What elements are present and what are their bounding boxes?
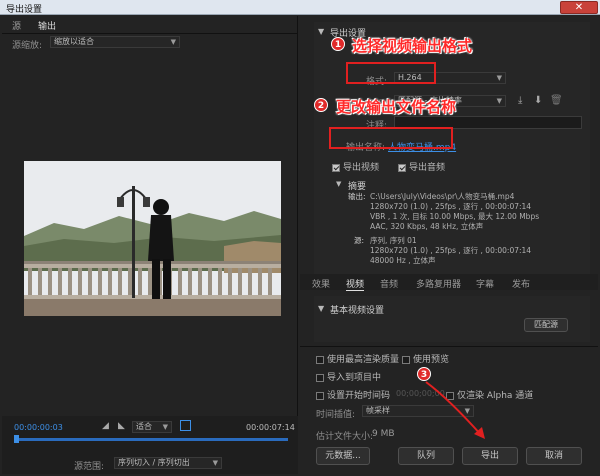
step-3-arrow-icon xyxy=(425,381,485,439)
mark-in-icon[interactable]: ◢ xyxy=(102,421,109,431)
export-audio-label: 导出音频 xyxy=(409,163,446,173)
checkbox-checked-icon xyxy=(398,163,406,172)
import-project-checkbox[interactable]: 导入到项目中 xyxy=(316,370,381,383)
basic-video-title: 基本视频设置 xyxy=(330,306,385,316)
checkbox-icon xyxy=(316,355,324,364)
summary-output-line: VBR , 1 次, 目标 10.00 Mbps, 最大 12.00 Mbps xyxy=(370,212,540,221)
export-audio-checkbox[interactable]: 导出音频 xyxy=(398,160,445,173)
checkbox-icon xyxy=(316,373,324,382)
range-value: 序列切入 / 序列切出 xyxy=(118,458,190,467)
video-preview xyxy=(24,161,281,316)
tab-publish[interactable]: 发布 xyxy=(512,277,530,290)
time-interp-label: 时间插值: xyxy=(316,410,356,420)
fit-dropdown[interactable]: 适合 ▼ xyxy=(132,421,172,433)
tab-captions[interactable]: 字幕 xyxy=(476,277,494,290)
queue-button[interactable]: 队列 xyxy=(398,447,454,465)
scale-value: 缩放以适合 xyxy=(54,37,94,46)
summary-source-values: 序列, 序列 01 1280x720 (1.0) , 25fps , 逐行 , … xyxy=(370,236,531,266)
tab-video[interactable]: 视频 xyxy=(346,277,365,291)
summary-source-line: 序列, 序列 01 xyxy=(370,236,417,245)
summary-source-line: 1280x720 (1.0) , 25fps , 逐行 , 00:00:07:1… xyxy=(370,246,532,255)
preview-image xyxy=(24,161,281,316)
cancel-button[interactable]: 取消 xyxy=(526,447,582,465)
collapse-icon[interactable]: ▼ xyxy=(318,304,324,313)
window-title: 导出设置 xyxy=(6,5,43,15)
match-source-button[interactable]: 匹配源 xyxy=(524,318,568,332)
format-highlight-box xyxy=(346,62,436,84)
tab-effects[interactable]: 效果 xyxy=(312,277,330,290)
checkbox-icon xyxy=(402,355,410,364)
divider xyxy=(300,346,598,347)
set-start-tc-checkbox[interactable]: 设置开始时间码 xyxy=(316,388,390,401)
file-size-value: 9 MB xyxy=(372,429,395,439)
import-preset-icon[interactable]: ⬇ xyxy=(534,95,542,106)
summary-output-line: AAC, 320 Kbps, 48 kHz, 立体声 xyxy=(370,222,484,231)
file-size-label: 估计文件大小: xyxy=(316,432,374,442)
divider xyxy=(2,33,298,34)
summary-output-line: C:\Users\July\Videos\pr\人物变马桶.mp4 xyxy=(370,192,515,201)
duration-timecode: 00:00:07:14 xyxy=(246,423,295,432)
save-preset-icon[interactable]: ⤓ xyxy=(518,95,522,106)
import-project-label: 导入到项目中 xyxy=(327,373,382,383)
chevron-down-icon: ▼ xyxy=(496,74,502,82)
export-video-checkbox[interactable]: 导出视频 xyxy=(332,160,379,173)
summary-collapse-icon[interactable]: ▼ xyxy=(336,180,341,188)
playhead-handle[interactable] xyxy=(14,435,19,443)
metadata-button[interactable]: 元数据... xyxy=(316,447,370,465)
step-3-badge: 3 xyxy=(417,367,431,381)
export-video-label: 导出视频 xyxy=(343,163,380,173)
max-render-label: 使用最高渲染质量 xyxy=(327,355,400,365)
summary-source-line: 48000 Hz , 立体声 xyxy=(370,256,436,265)
summary-source-key: 源: xyxy=(354,236,365,245)
trash-icon[interactable]: 🗑 xyxy=(550,95,563,106)
set-start-tc-label: 设置开始时间码 xyxy=(327,391,391,401)
tab-audio[interactable]: 音频 xyxy=(380,277,398,290)
checkbox-icon xyxy=(316,391,324,400)
tab-source[interactable]: 源 xyxy=(12,19,21,32)
mark-out-icon[interactable]: ◣ xyxy=(118,421,125,431)
output-name-highlight-box xyxy=(329,127,453,149)
summary-output-key: 输出: xyxy=(348,192,366,201)
tab-output[interactable]: 输出 xyxy=(38,19,57,34)
chevron-down-icon: ▼ xyxy=(170,38,176,46)
use-preview-checkbox[interactable]: 使用预览 xyxy=(402,352,449,365)
basic-video-section: ▼ 基本视频设置 匹配源 xyxy=(314,296,590,342)
settings-tabs: 效果 视频 音频 多路复用器 字幕 发布 xyxy=(300,274,598,291)
close-button[interactable]: ✕ xyxy=(560,1,598,14)
range-label: 源范围: xyxy=(74,462,105,472)
current-timecode[interactable]: 00:00:00:03 xyxy=(14,423,63,432)
export-button[interactable]: 导出 xyxy=(462,447,518,465)
chevron-down-icon: ▼ xyxy=(496,97,502,105)
tab-multiplexer[interactable]: 多路复用器 xyxy=(416,277,461,290)
scale-dropdown[interactable]: 缩放以适合 ▼ xyxy=(50,36,180,48)
use-preview-label: 使用预览 xyxy=(413,355,450,365)
summary-output-values: C:\Users\July\Videos\pr\人物变马桶.mp4 1280x7… xyxy=(370,192,539,232)
timeline-track[interactable] xyxy=(14,438,288,441)
range-dropdown[interactable]: 序列切入 / 序列切出 ▼ xyxy=(114,457,222,469)
step-1-annotation: 选择视频输出格式 xyxy=(352,37,473,55)
summary-output: 输出: xyxy=(348,192,366,202)
scale-label: 源缩放: xyxy=(12,41,43,51)
chevron-down-icon: ▼ xyxy=(212,459,218,467)
step-2-annotation: 更改输出文件名称 xyxy=(336,98,457,116)
step-1-badge: 1 xyxy=(331,37,345,51)
max-render-checkbox[interactable]: 使用最高渲染质量 xyxy=(316,352,399,365)
summary-output-line: 1280x720 (1.0) , 25fps , 逐行 , 00:00:07:1… xyxy=(370,202,532,211)
time-interp-value: 帧采样 xyxy=(366,406,390,415)
fit-value: 适合 xyxy=(136,422,152,431)
source-output-panel: 源 输出 源缩放: 缩放以适合 ▼ 00:00:00:03 ◢ ◣ 适合 ▼ 0… xyxy=(2,16,298,474)
title-bar: 导出设置 ✕ xyxy=(0,0,600,15)
summary-source: 源: xyxy=(354,236,364,246)
summary-title: 摘要 xyxy=(348,182,367,192)
timeline-bar: 00:00:00:03 ◢ ◣ 适合 ▼ 00:00:07:14 源范围: 序列… xyxy=(2,416,298,474)
aspect-toggle-icon[interactable] xyxy=(180,420,191,431)
chevron-down-icon: ▼ xyxy=(162,423,168,431)
step-2-badge: 2 xyxy=(314,98,328,112)
collapse-icon[interactable]: ▼ xyxy=(318,27,324,36)
checkbox-checked-icon xyxy=(332,163,340,172)
